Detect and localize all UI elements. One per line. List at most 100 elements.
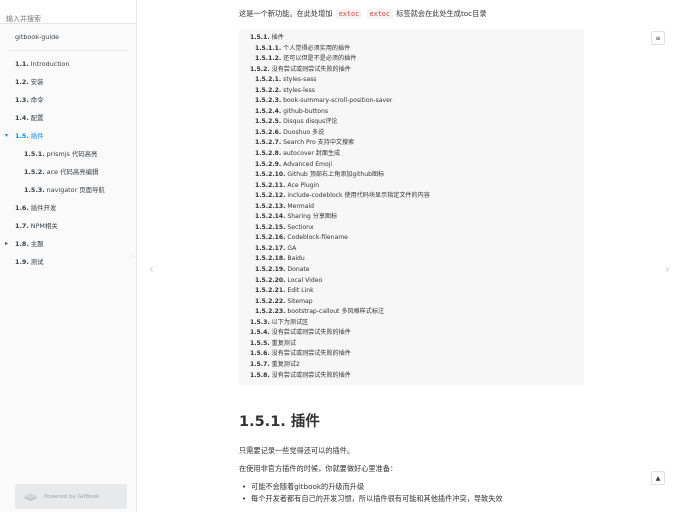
toc-link[interactable]: 1.5.2.13. Mermaid xyxy=(250,202,584,213)
sidebar-item-label: Introduction xyxy=(30,60,70,68)
main-content: 这是一个新功能。在此处增加 extoc extoc 标签就会在此处生成toc目录… xyxy=(137,0,688,512)
toc-text: 以下为测试区 xyxy=(271,318,309,326)
toc-text: Ace Plugin xyxy=(287,181,320,189)
paragraph-2: 在使用非官方插件的时候，你就要做好心里准备： xyxy=(239,464,398,473)
toc-link[interactable]: 1.5.2.4. github-buttons xyxy=(250,107,584,118)
toc-text: 还可以但是不是必须的插件 xyxy=(283,55,357,63)
toc-link[interactable]: 1.5.2.18. Baidu xyxy=(250,254,584,265)
toc-text: Disqus disqus评论 xyxy=(283,118,338,126)
code-tag-extoc-open: extoc xyxy=(335,9,363,19)
toc-number: 1.5.4. xyxy=(250,329,270,337)
toc-link[interactable]: 1.5.2.2. styles-less xyxy=(250,86,584,97)
sidebar-item[interactable]: ▸ 1.8. 主题 xyxy=(0,235,136,253)
toc-number: 1.5.2.15. xyxy=(255,223,286,231)
powered-by-gitbook[interactable]: Powered by GitBook xyxy=(15,484,127,509)
toc-text: styles-sass xyxy=(283,76,317,84)
chevron-right-icon[interactable]: ▸ xyxy=(5,235,8,253)
paragraph-1: 只需要记录一些觉得还可以的插件。 xyxy=(239,446,355,455)
toc-link[interactable]: 1.5.3. 以下为测试区 xyxy=(250,318,584,329)
toc-number: 1.5.2.2. xyxy=(255,86,282,94)
menu-button[interactable]: ≡ xyxy=(651,31,665,45)
toc-link[interactable]: 1.5.2.5. Disqus disqus评论 xyxy=(250,117,584,128)
toc-link[interactable]: 1.5.2.6. Duoshuo 多说 xyxy=(250,128,584,139)
toc-text: Sectionx xyxy=(287,223,314,231)
chevron-down-icon[interactable]: ▾ xyxy=(5,127,8,145)
sidebar-item-number: 1.5. xyxy=(15,132,29,140)
toc-link[interactable]: 1.5.2.3. book-summary-scroll-position-sa… xyxy=(250,96,584,107)
sidebar-item[interactable]: 1.2. 安装 xyxy=(0,73,136,91)
toc-number: 1.5.2.21. xyxy=(255,287,286,295)
toc-text: Search Pro 支持中文搜索 xyxy=(283,139,355,147)
sidebar-item-label: ace 代码高亮编辑 xyxy=(46,168,99,176)
sidebar-resize-handle[interactable]: ⁞ xyxy=(132,253,134,260)
toc-link[interactable]: 1.5.2.19. Donate xyxy=(250,265,584,276)
toc-number: 1.5.1.1. xyxy=(255,44,282,52)
sidebar-item[interactable]: 1.5.1. prismjs 代码高亮 xyxy=(0,145,136,163)
toc-number: 1.5.2.22. xyxy=(255,297,286,305)
toc-number: 1.5.2.13. xyxy=(255,202,286,210)
sidebar-item[interactable]: 1.7. NPM相关 xyxy=(0,217,136,235)
toc-link[interactable]: 1.5.2.20. Local Video xyxy=(250,276,584,287)
sidebar-item-label: prismjs 代码高亮 xyxy=(46,150,98,158)
toc-number: 1.5.6. xyxy=(250,350,270,358)
toc-link[interactable]: 1.5.2.7. Search Pro 支持中文搜索 xyxy=(250,138,584,149)
toc-link[interactable]: 1.5.2.15. Sectionx xyxy=(250,223,584,234)
toc-link[interactable]: 1.5.2.17. GA xyxy=(250,244,584,255)
toc-text: Sitemap xyxy=(287,297,313,305)
code-tag-extoc-close: extoc xyxy=(366,9,393,19)
toc-link[interactable]: 1.5.1.1. 个人觉得必须实用的插件 xyxy=(250,44,584,55)
sidebar-item[interactable]: ▾ 1.5. 插件 xyxy=(0,127,136,145)
toc-number: 1.5.2.18. xyxy=(255,255,286,263)
toc-link[interactable]: 1.5.2.14. Sharing 分享图标 xyxy=(250,212,584,223)
toc-link[interactable]: 1.5.2.1. styles-sass xyxy=(250,75,584,86)
toc-link[interactable]: 1.5.2. 没有尝试或则尝试失败的插件 xyxy=(250,65,584,76)
toc-link[interactable]: 1.5.2.22. Sitemap xyxy=(250,297,584,308)
sidebar-item-number: 1.6. xyxy=(15,204,29,212)
toc-number: 1.5.2.16. xyxy=(255,234,286,242)
sidebar-item[interactable]: gitbook-guide xyxy=(0,28,136,46)
toc-link[interactable]: 1.5.2.10. Github 顶部右上角添加github图标 xyxy=(250,170,584,181)
sidebar-item[interactable]: 1.5.2. ace 代码高亮编辑 xyxy=(0,163,136,181)
sidebar-item[interactable]: 1.4. 配置 xyxy=(0,109,136,127)
chevron-left-icon[interactable]: ‹ xyxy=(149,262,154,276)
toc-link[interactable]: 1.5.8. 没有尝试或则尝试失败的插件 xyxy=(250,371,584,382)
toc-number: 1.5.2.17. xyxy=(255,244,286,252)
toc-link[interactable]: 1.5.2.11. Ace Plugin xyxy=(250,181,584,192)
toc-link[interactable]: 1.5.2.21. Edit Link xyxy=(250,286,584,297)
chevron-right-icon[interactable]: › xyxy=(665,262,670,276)
sidebar-item[interactable]: 1.1. Introduction xyxy=(0,55,136,73)
search-input[interactable] xyxy=(6,15,130,23)
toc-number: 1.5.1.2. xyxy=(255,55,282,63)
toc-link[interactable]: 1.5.2.16. Codeblock-filename xyxy=(250,233,584,244)
intro-text: 这是一个新功能。在此处增加 extoc extoc 标签就会在此处生成toc目录 xyxy=(239,9,487,19)
toc-link[interactable]: 1.5.6. 没有尝试或则尝试失败的插件 xyxy=(250,349,584,360)
sidebar-item[interactable]: 1.3. 命令 xyxy=(0,91,136,109)
toc-text: book-summary-scroll-position-saver xyxy=(283,97,393,105)
sidebar-item[interactable]: 1.5.3. navigator 页面导航 xyxy=(0,181,136,199)
toc-link[interactable]: 1.5.7. 重复测试2 xyxy=(250,360,584,371)
toc-box: 1.5.1. 插件 1.5.1.1. 个人觉得必须实用的插件 1.5.1.2. 还可… xyxy=(239,29,584,385)
toc-text: autocover 封面生成 xyxy=(283,150,341,158)
toc-text: Edit Link xyxy=(287,287,314,295)
toc-link[interactable]: 1.5.4. 没有尝试或则尝试失败的插件 xyxy=(250,328,584,339)
intro-after: 标签就会在此处生成toc目录 xyxy=(396,9,487,18)
back-to-top-button[interactable]: ▲ xyxy=(651,471,665,485)
sidebar-divider xyxy=(10,50,128,51)
sidebar-item-number: 1.5.2. xyxy=(24,168,45,176)
sidebar-item-label: 插件 xyxy=(30,132,44,140)
sidebar-item-label: NPM相关 xyxy=(30,222,58,230)
sidebar-item-label: gitbook-guide xyxy=(15,33,60,41)
toc-link[interactable]: 1.5.5. 重复测试 xyxy=(250,339,584,350)
menu-icon: ≡ xyxy=(655,34,661,42)
toc-link[interactable]: 1.5.1. 插件 xyxy=(250,33,584,44)
toc-link[interactable]: 1.5.2.12. include-codeblock 使用代码块显示指定文件的… xyxy=(250,191,584,202)
toc-link[interactable]: 1.5.2.8. autocover 封面生成 xyxy=(250,149,584,160)
toc-link[interactable]: 1.5.2.9. Advanced Emoji xyxy=(250,160,584,171)
sidebar-item[interactable]: 1.6. 插件开发 xyxy=(0,199,136,217)
toc-link[interactable]: 1.5.1.2. 还可以但是不是必须的插件 xyxy=(250,54,584,65)
toc-text: styles-less xyxy=(283,86,315,94)
sidebar-item[interactable]: 1.9. 测试 xyxy=(0,253,136,271)
toc-text: 没有尝试或则尝试失败的插件 xyxy=(271,329,351,337)
toc-link[interactable]: 1.5.2.23. bootstrap-callout 多风格样式标注 xyxy=(250,307,584,318)
powered-by-text: Powered by GitBook xyxy=(44,493,100,500)
